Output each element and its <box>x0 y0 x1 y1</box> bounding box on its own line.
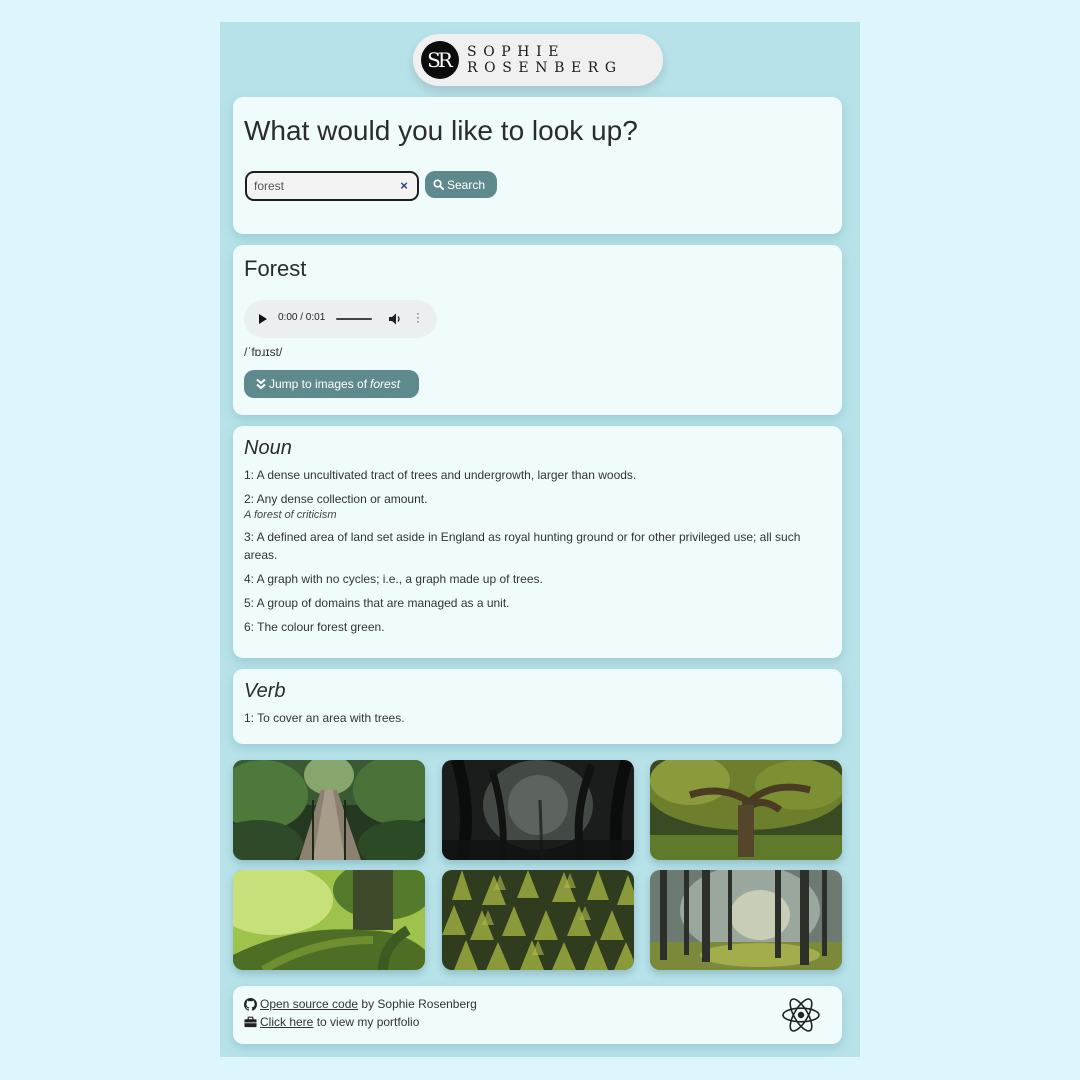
brand-name: SOPHIE ROSENBERG <box>467 44 657 76</box>
briefcase-icon <box>244 1016 257 1028</box>
search-heading: What would you like to look up? <box>244 115 638 146</box>
audio-progress-track[interactable] <box>336 318 372 320</box>
portfolio-link[interactable]: Click here <box>260 1015 313 1029</box>
definition-item: 1: To cover an area with trees. <box>244 709 834 727</box>
source-credit-text: by Sophie Rosenberg <box>358 997 477 1011</box>
double-chevron-down-icon <box>256 378 266 390</box>
definition-text: 6: The colour forest green. <box>244 620 385 634</box>
audio-time: 0:00 / 0:01 <box>278 312 326 323</box>
search-card: What would you like to look up? × Search <box>233 97 842 234</box>
definition-example: A forest of criticism <box>244 509 337 521</box>
verb-meaning-card: Verb 1: To cover an area with trees. <box>233 669 842 744</box>
jump-to-images-button[interactable]: Jump to images of forest <box>244 370 419 398</box>
react-icon <box>782 998 820 1032</box>
search-input[interactable] <box>245 171 419 201</box>
search-button-label: Search <box>447 177 486 192</box>
search-button[interactable]: Search <box>425 171 497 198</box>
definition-item: 4: A graph with no cycles; i.e., a graph… <box>244 570 834 588</box>
word-title: Forest <box>244 256 307 281</box>
monogram-icon: SR <box>421 41 459 79</box>
definition-list: 1: To cover an area with trees. <box>244 709 834 733</box>
word-card: Forest 0:00 / 0:01 · · · /ˈfɒɹɪst/ Jump to… <box>233 245 842 415</box>
dark-forest-photo[interactable] <box>442 760 634 860</box>
definition-item: 5: A group of domains that are managed a… <box>244 594 834 612</box>
noun-meaning-card: Noun 1: A dense uncultivated tract of tr… <box>233 426 842 658</box>
play-icon[interactable] <box>259 314 267 324</box>
open-source-link[interactable]: Open source code <box>260 997 358 1011</box>
definition-text: 4: A graph with no cycles; i.e., a graph… <box>244 572 543 586</box>
app-container: SR SOPHIE ROSENBERG What would you like … <box>220 22 860 1057</box>
old-tree-photo[interactable] <box>650 760 842 860</box>
definition-text: 1: A dense uncultivated tract of trees a… <box>244 468 637 482</box>
more-options-icon[interactable]: · · · <box>416 309 420 328</box>
volume-icon[interactable] <box>388 312 402 326</box>
brand-first-name: SOPHIE <box>467 44 566 60</box>
forest-bridge-photo[interactable] <box>233 760 425 860</box>
definition-text: 3: A defined area of land set aside in E… <box>244 530 801 562</box>
jump-button-label: Jump to images of <box>269 377 368 391</box>
definition-item: 1: A dense uncultivated tract of trees a… <box>244 466 834 484</box>
audio-player[interactable]: 0:00 / 0:01 · · · <box>244 300 437 338</box>
definition-item: 6: The colour forest green. <box>244 618 834 636</box>
part-of-speech-heading: Noun <box>244 437 292 459</box>
footer-card: Open source code by Sophie Rosenberg Cli… <box>233 986 842 1044</box>
definition-item: 2: Any dense collection or amount. A for… <box>244 490 834 522</box>
portfolio-credit: Click here to view my portfolio <box>244 1015 419 1029</box>
pine-canopy-photo[interactable] <box>442 870 634 970</box>
phonetic-text: /ˈfɒɹɪst/ <box>244 345 283 359</box>
definition-item: 3: A defined area of land set aside in E… <box>244 528 834 564</box>
definition-list: 1: A dense uncultivated tract of trees a… <box>244 466 834 642</box>
mossy-roots-photo[interactable] <box>233 870 425 970</box>
brand-last-name: ROSENBERG <box>467 60 623 76</box>
definition-text: 2: Any dense collection or amount. <box>244 492 428 506</box>
portfolio-credit-text: to view my portfolio <box>313 1015 420 1029</box>
clear-search-icon[interactable]: × <box>396 176 412 196</box>
part-of-speech-heading: Verb <box>244 680 286 702</box>
definition-text: 1: To cover an area with trees. <box>244 711 405 725</box>
github-icon <box>244 997 257 1011</box>
definition-text: 5: A group of domains that are managed a… <box>244 596 510 610</box>
search-icon <box>433 179 444 190</box>
brand-logo[interactable]: SR SOPHIE ROSENBERG <box>413 34 663 86</box>
jump-button-word: forest <box>370 377 401 391</box>
sunlit-forest-photo[interactable] <box>650 870 842 970</box>
source-credit: Open source code by Sophie Rosenberg <box>244 997 477 1011</box>
